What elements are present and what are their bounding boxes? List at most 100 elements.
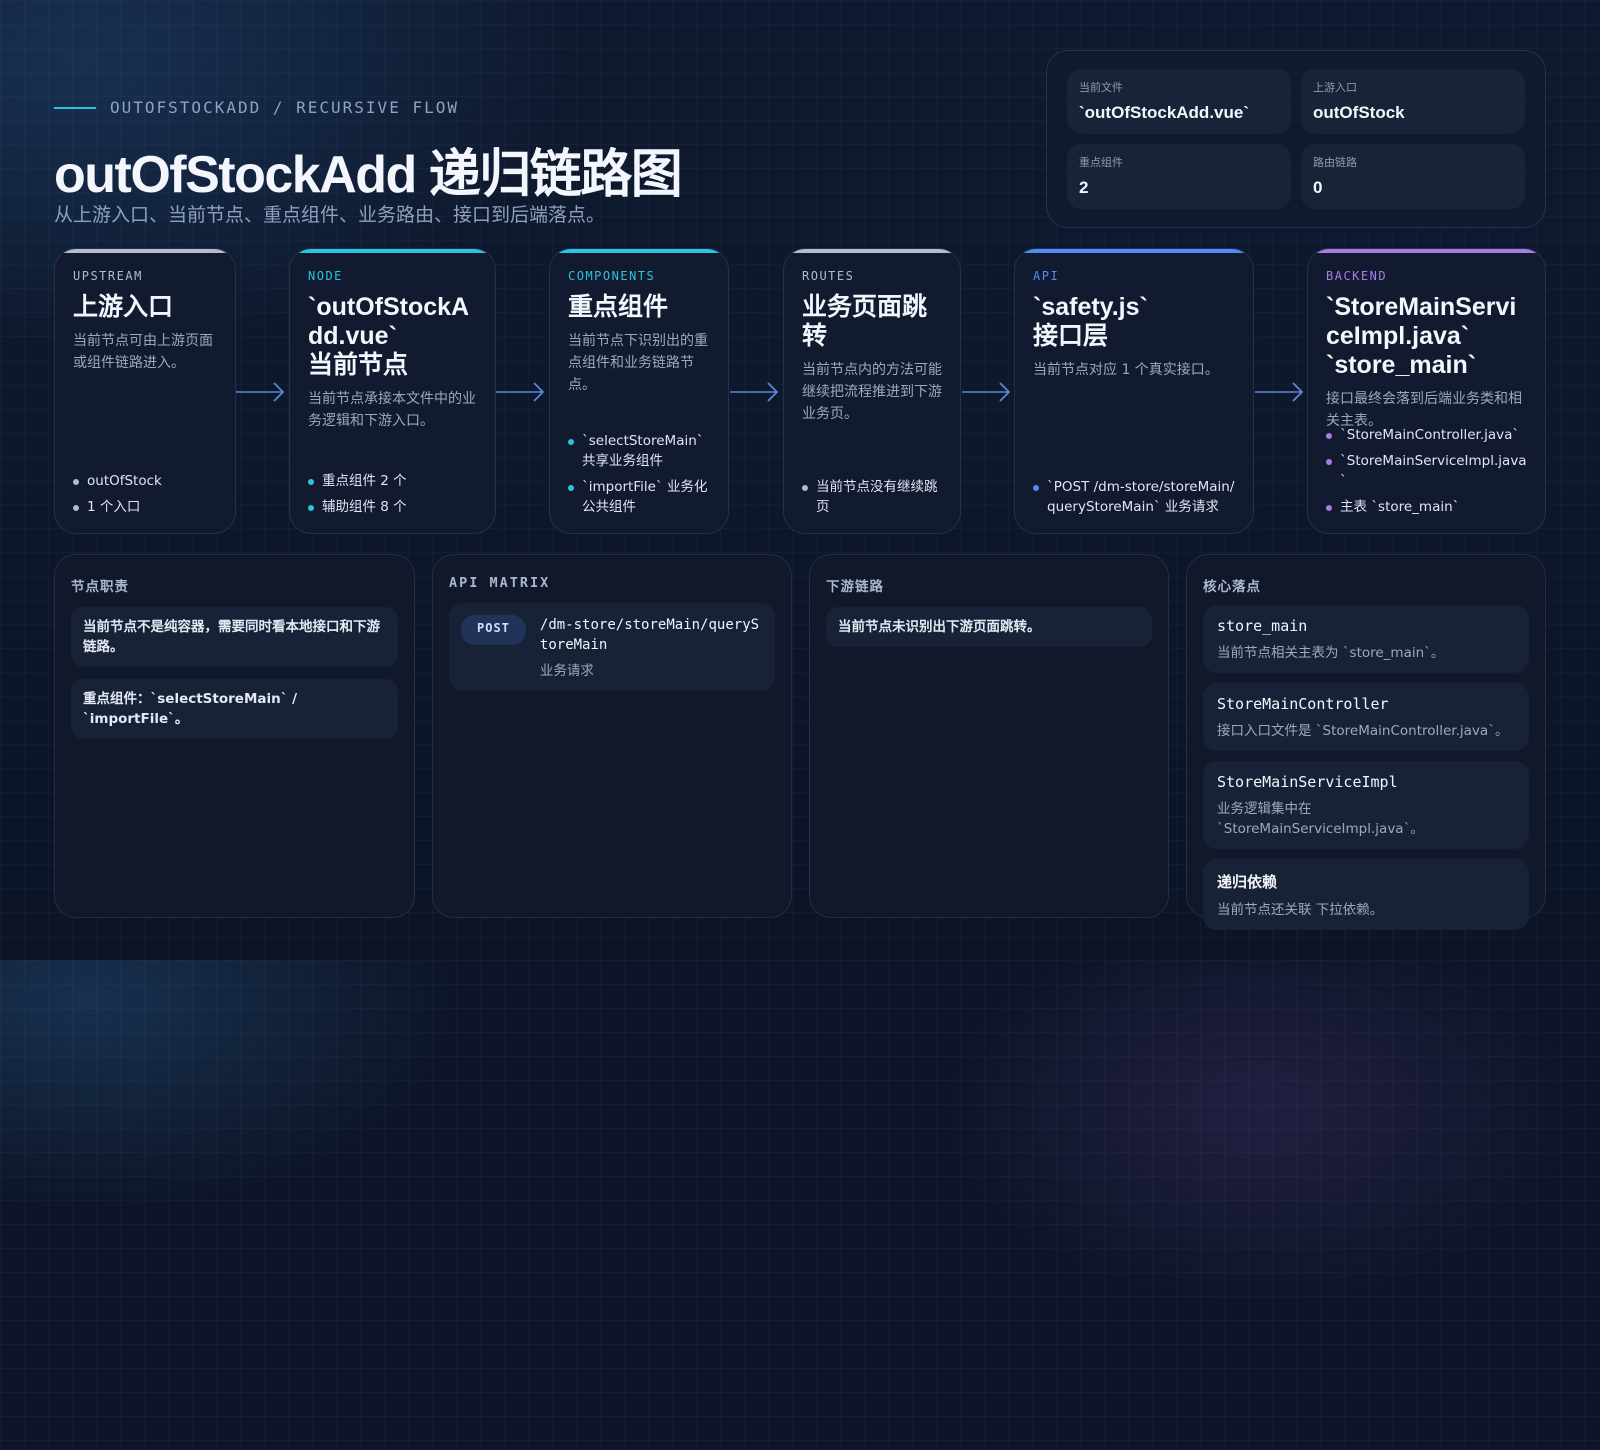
note-item: 当前节点未识别出下游页面跳转。 (826, 607, 1152, 647)
bullet-item: outOfStock (73, 471, 221, 491)
core-item: 递归依赖 当前节点还关联 下拉依赖。 (1203, 859, 1529, 930)
card-tag: UPSTREAM (73, 269, 143, 283)
note-item: 当前节点不是纯容器，需要同时看本地接口和下游链路。 (71, 607, 398, 667)
api-description: 业务请求 (539, 663, 594, 679)
card-api: API `safety.js` 接口层 当前节点对应 1 个真实接口。 `POS… (1014, 248, 1254, 534)
card-accent-bar (784, 249, 960, 253)
method-badge: POST (461, 615, 526, 645)
flow-arrow-icon (730, 382, 779, 402)
card-bullets: outOfStock 1 个入口 (73, 465, 221, 517)
core-item-description: 业务逻辑集中在 `StoreMainServiceImpl.java`。 (1217, 801, 1424, 837)
stat-label: 当前文件 (1079, 81, 1123, 94)
card-accent-bar (290, 249, 495, 253)
core-item-name: 递归依赖 (1217, 873, 1278, 891)
card-routes: ROUTES 业务页面跳转 当前节点内的方法可能继续把流程推进到下游业务页。 当… (783, 248, 961, 534)
card-title: `safety.js` 接口层 (1033, 293, 1235, 351)
stat-value: 0 (1313, 178, 1323, 197)
card-node: NODE `outOfStockAdd.vue` 当前节点 当前节点承接本文件中… (289, 248, 496, 534)
card-title-line: `safety.js` (1033, 293, 1148, 321)
api-info: /dm-store/storeMain/queryStoreMain 业务请求 (540, 615, 763, 679)
flow-arrow-icon (236, 382, 285, 402)
bullet-item: `selectStoreMain` 共享业务组件 (568, 431, 714, 471)
card-title: 重点组件 (568, 293, 669, 321)
card-accent-bar (1308, 249, 1545, 253)
card-title-line: `store_main` (1326, 351, 1477, 379)
card-components: COMPONENTS 重点组件 当前节点下识别出的重点组件和业务链路节点。 `s… (549, 248, 729, 534)
stat-value: `outOfStockAdd.vue` (1079, 103, 1249, 122)
core-item-name: StoreMainServiceImpl (1217, 773, 1398, 791)
stat-label: 重点组件 (1079, 156, 1123, 169)
kicker: OUTOFSTOCKADD / RECURSIVE FLOW (54, 98, 459, 117)
card-tag: API (1033, 269, 1060, 283)
card-tag: COMPONENTS (568, 269, 656, 283)
panel-title: 下游链路 (826, 579, 884, 595)
kicker-text: OUTOFSTOCKADD / RECURSIVE FLOW (110, 98, 459, 117)
card-tag: ROUTES (802, 269, 855, 283)
panel-node-duty: 节点职责 当前节点不是纯容器，需要同时看本地接口和下游链路。 重点组件：`sel… (54, 554, 415, 918)
core-item-name: StoreMainController (1217, 695, 1389, 713)
bullet-item: `POST /dm-store/storeMain/queryStoreMain… (1033, 477, 1239, 517)
bullet-item: `importFile` 业务化公共组件 (568, 477, 714, 517)
core-item: store_main 当前节点相关主表为 `store_main`。 (1203, 605, 1529, 673)
core-item-name: store_main (1217, 617, 1308, 635)
panel-core-landing: 核心落点 store_main 当前节点相关主表为 `store_main`。 … (1186, 554, 1546, 930)
card-tag: NODE (308, 269, 343, 283)
bullet-item: 1 个入口 (73, 497, 221, 517)
card-title: `outOfStockAdd.vue` 当前节点 (308, 293, 477, 380)
bullet-item: 重点组件 2 个 (308, 471, 481, 491)
bullet-item: `StoreMainController.java` (1326, 425, 1531, 445)
card-bullets: 重点组件 2 个 辅助组件 8 个 (308, 465, 481, 517)
page-subtitle: 从上游入口、当前节点、重点组件、业务路由、接口到后端落点。 (54, 204, 606, 226)
api-row[interactable]: POST /dm-store/storeMain/queryStoreMain … (449, 603, 775, 691)
api-path: /dm-store/storeMain/queryStoreMain (539, 617, 760, 653)
card-backend: BACKEND `StoreMainServiceImpl.java` `sto… (1307, 248, 1546, 534)
card-title-line: `StoreMainServiceImpl.java` (1326, 293, 1517, 350)
panel-api-matrix: API MATRIX POST /dm-store/storeMain/quer… (432, 554, 792, 918)
page-title: outOfStockAdd 递归链路图 (54, 146, 683, 204)
stat-current-file: 当前文件 `outOfStockAdd.vue` (1067, 69, 1291, 134)
card-accent-bar (1015, 249, 1253, 253)
panel-downstream: 下游链路 当前节点未识别出下游页面跳转。 (809, 554, 1169, 918)
stat-components: 重点组件 2 (1067, 144, 1291, 209)
flow-arrow-icon (1255, 382, 1304, 402)
card-title-line: 接口层 (1033, 322, 1109, 350)
stat-label: 上游入口 (1313, 81, 1357, 94)
bullet-item: 辅助组件 8 个 (308, 497, 481, 517)
stat-value: 2 (1079, 178, 1089, 197)
panel-title: 核心落点 (1203, 579, 1261, 595)
core-item-description: 当前节点相关主表为 `store_main`。 (1217, 645, 1445, 661)
card-upstream: UPSTREAM 上游入口 当前节点可由上游页面或组件链路进入。 outOfSt… (54, 248, 236, 534)
panel-title: 节点职责 (71, 579, 129, 595)
card-accent-bar (550, 249, 728, 253)
card-title: 业务页面跳转 (802, 293, 928, 350)
card-description: 当前节点内的方法可能继续把流程推进到下游业务页。 (802, 362, 942, 422)
card-description: 当前节点可由上游页面或组件链路进入。 (73, 333, 213, 371)
flow-arrow-icon (496, 382, 545, 402)
stat-value: outOfStock (1313, 103, 1405, 122)
core-item-description: 接口入口文件是 `StoreMainController.java`。 (1217, 723, 1509, 739)
card-title: 上游入口 (73, 293, 174, 321)
core-item: StoreMainController 接口入口文件是 `StoreMainCo… (1203, 683, 1529, 751)
card-bullets: 当前节点没有继续跳页 (802, 471, 946, 517)
card-title: `StoreMainServiceImpl.java` `store_main` (1326, 293, 1527, 380)
card-accent-bar (55, 249, 235, 253)
kicker-line (54, 106, 96, 109)
stat-label: 路由链路 (1313, 156, 1357, 169)
card-tag: BACKEND (1326, 269, 1388, 283)
core-item-description: 当前节点还关联 下拉依赖。 (1217, 902, 1384, 918)
bullet-item: 当前节点没有继续跳页 (802, 477, 946, 517)
stats-panel: 当前文件 `outOfStockAdd.vue` 上游入口 outOfStock… (1046, 50, 1546, 228)
bullet-item: `StoreMainServiceImpl.java` (1326, 451, 1531, 491)
flow-arrow-icon (962, 382, 1011, 402)
panel-title: API MATRIX (449, 575, 551, 591)
background-bottom (0, 960, 1600, 1450)
card-title-line: 当前节点 (308, 351, 409, 379)
card-title-line: `outOfStockAdd.vue` (308, 293, 470, 350)
card-description: 当前节点承接本文件中的业务逻辑和下游入口。 (308, 391, 476, 429)
card-description: 当前节点对应 1 个真实接口。 (1033, 362, 1219, 378)
note-item: 重点组件：`selectStoreMain` / `importFile`。 (71, 679, 398, 739)
core-item: StoreMainServiceImpl 业务逻辑集中在 `StoreMainS… (1203, 761, 1529, 849)
stat-upstream: 上游入口 outOfStock (1301, 69, 1525, 134)
card-bullets: `selectStoreMain` 共享业务组件 `importFile` 业务… (568, 425, 714, 517)
stat-routes: 路由链路 0 (1301, 144, 1525, 209)
